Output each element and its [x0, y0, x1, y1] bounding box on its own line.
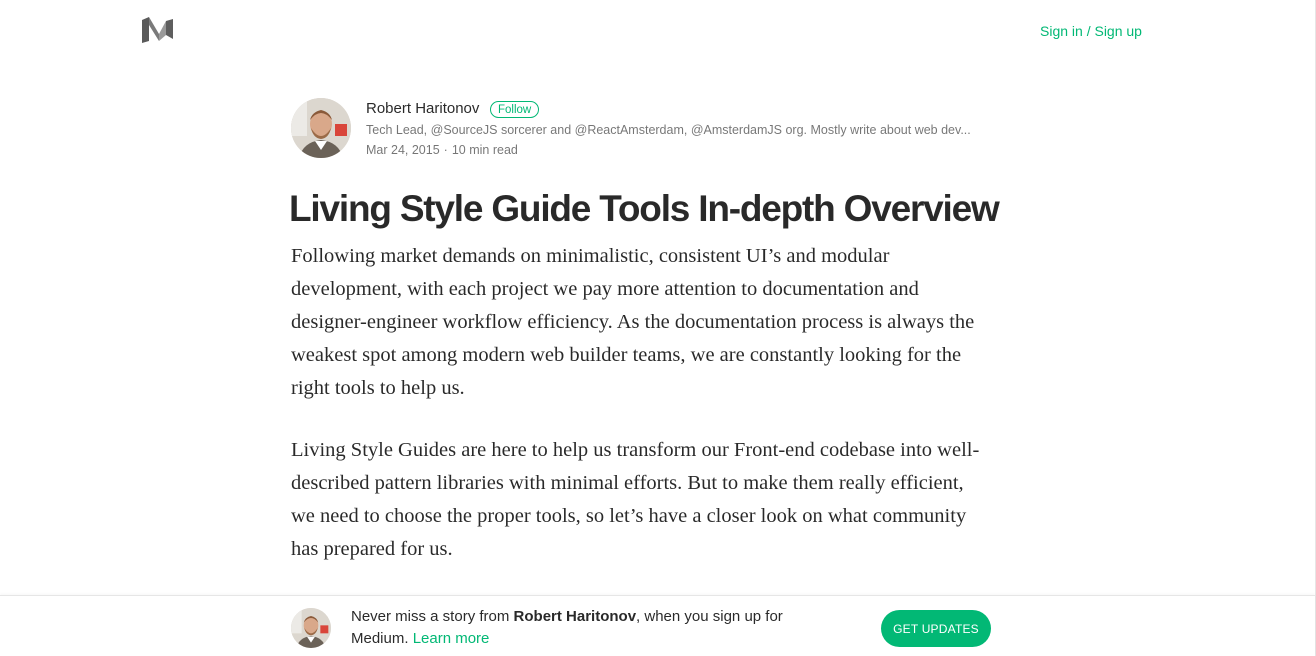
article-title: Living Style Guide Tools In-depth Overvi…: [289, 188, 1000, 229]
medium-logo-icon[interactable]: [142, 17, 174, 43]
get-updates-button[interactable]: GET UPDATES: [881, 610, 991, 647]
learn-more-link[interactable]: Learn more: [413, 630, 490, 647]
signup-prompt-text: Never miss a story from Robert Haritonov…: [351, 606, 831, 650]
post-meta: Mar 24, 2015 · 10 min read: [366, 143, 518, 157]
author-avatar-small[interactable]: [291, 608, 331, 648]
author-name[interactable]: Robert Haritonov: [366, 100, 479, 117]
meta-separator: ·: [443, 143, 448, 157]
article-paragraph: Following market demands on minimalistic…: [291, 245, 975, 399]
post-date[interactable]: Mar 24, 2015: [366, 143, 440, 157]
author-bio: Tech Lead, @SourceJS sorcerer and @React…: [366, 123, 971, 137]
read-time: 10 min read: [451, 143, 518, 157]
author-avatar[interactable]: [291, 98, 351, 158]
article-paragraph: Living Style Guides are here to help us …: [291, 439, 980, 560]
follow-button[interactable]: Follow: [490, 101, 540, 118]
prompt-author-name: Robert Haritonov: [513, 608, 637, 625]
prompt-text-before: Never miss a story from: [351, 608, 514, 625]
sign-in-link[interactable]: Sign in / Sign up: [1040, 23, 1142, 39]
signup-prompt-bar: Never miss a story from Robert Haritonov…: [0, 595, 1315, 656]
